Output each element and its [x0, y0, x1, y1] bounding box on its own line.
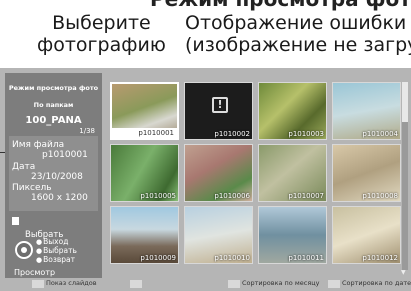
- thumbnail[interactable]: ! p1010002: [184, 82, 253, 140]
- callout-error-line2: (изображение не загру: [185, 34, 411, 56]
- scroll-down-icon: ▼: [401, 269, 406, 276]
- date-value: 23/10/2008: [31, 172, 83, 182]
- pixel-value: 1600 x 1200: [31, 193, 88, 203]
- thumbnail-caption: p1010008: [362, 192, 398, 200]
- callout-select-photo-line1: Выберите: [52, 12, 151, 34]
- thumbnail-caption: p1010007: [288, 192, 324, 200]
- callout-select-photo-line2: фотографию: [37, 34, 166, 56]
- info-panel: Режим просмотра фото По папкам 100_PANA …: [5, 73, 102, 283]
- thumbnail-caption: p1010006: [214, 192, 250, 200]
- view-label: Просмотр: [14, 268, 56, 277]
- yellow-key-icon: [228, 280, 240, 288]
- sort-month-label[interactable]: Сортировка по месяцу: [242, 279, 320, 287]
- red-key-icon: [32, 280, 44, 288]
- thumbnail-caption: p1010002: [214, 130, 250, 138]
- bottom-key-bar: Показ слайдов Сортировка по месяцу Сорти…: [0, 278, 411, 291]
- thumbnail-caption: p1010009: [140, 254, 176, 262]
- action-exit: Выход: [36, 237, 68, 246]
- document-icon: [12, 217, 19, 225]
- action-return: Возврат: [36, 255, 75, 264]
- thumbnail[interactable]: p1010008: [332, 144, 401, 202]
- page-heading: Режим просмотра фото: [150, 0, 411, 11]
- thumbnail-caption: p1010011: [288, 254, 324, 262]
- photo-counter: 1/38: [79, 127, 95, 135]
- thumbnail[interactable]: p1010007: [258, 144, 327, 202]
- pixel-label: Пиксель: [12, 183, 52, 193]
- green-key-icon: [130, 280, 142, 288]
- folder-name: 100_PANA: [25, 115, 82, 126]
- thumbnail[interactable]: p1010005: [110, 144, 179, 202]
- file-info-box: Имя файла p1010001 Дата 23/10/2008 Пиксе…: [9, 136, 98, 211]
- thumbnail[interactable]: p1010003: [258, 82, 327, 140]
- blue-key-icon: [328, 280, 340, 288]
- slideshow-label[interactable]: Показ слайдов: [46, 279, 97, 287]
- action-select: Выбрать: [36, 246, 77, 255]
- scrollbar-thumb[interactable]: [402, 82, 408, 122]
- callout-select-photo: Выберите фотографию: [37, 12, 166, 56]
- sort-date-label[interactable]: Сортировка по дате: [342, 279, 411, 287]
- error-icon: !: [212, 97, 228, 113]
- thumbnail-caption: p1010004: [362, 130, 398, 138]
- thumbnail[interactable]: p1010009: [110, 206, 179, 264]
- thumbnail[interactable]: p1010004: [332, 82, 401, 140]
- thumbnail-caption: p1010010: [214, 254, 250, 262]
- scrollbar[interactable]: ▼: [401, 82, 408, 276]
- folder-mode: По папкам: [33, 101, 74, 109]
- thumbnail[interactable]: p1010012: [332, 206, 401, 264]
- thumbnail[interactable]: p1010011: [258, 206, 327, 264]
- mode-title: Режим просмотра фото: [8, 84, 99, 92]
- thumbnail-caption: p1010012: [362, 254, 398, 262]
- thumbnail[interactable]: p1010006: [184, 144, 253, 202]
- thumbnail-caption: p1010001: [112, 128, 177, 138]
- thumbnail-caption: p1010003: [288, 130, 324, 138]
- callout-error-display: Отображение ошибки (изображение не загру: [185, 12, 411, 56]
- thumbnail[interactable]: p1010001: [110, 82, 179, 140]
- thumbnail-grid: p1010001 ! p1010002 p1010003 p1010004 p1…: [110, 82, 401, 272]
- callout-error-line1: Отображение ошибки: [185, 12, 407, 34]
- file-name-label: Имя файла: [12, 140, 65, 150]
- date-label: Дата: [12, 162, 36, 172]
- thumbnail-caption: p1010005: [140, 192, 176, 200]
- file-name-value: p1010001: [42, 150, 88, 160]
- thumbnail[interactable]: p1010010: [184, 206, 253, 264]
- top-annotation-area: Режим просмотра фото Выберите фотографию…: [0, 0, 411, 68]
- remote-dpad-icon: [15, 241, 33, 259]
